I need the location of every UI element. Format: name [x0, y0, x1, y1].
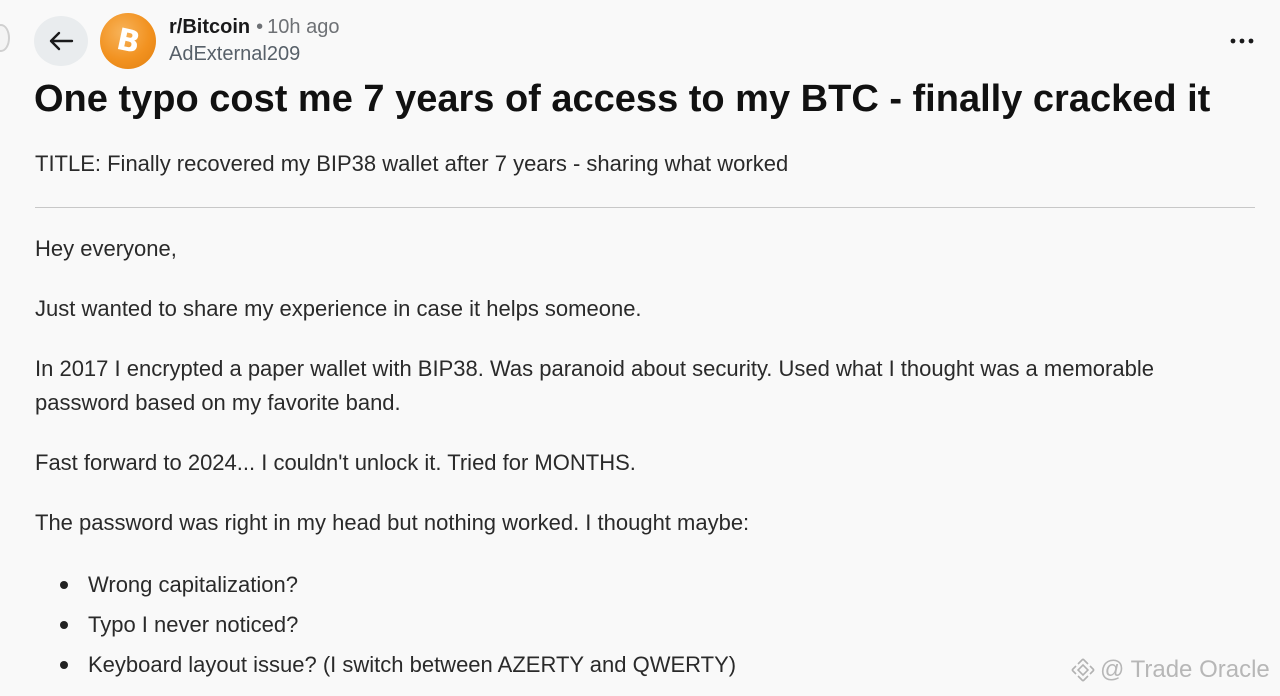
hypotheses-list: Wrong capitalization? Typo I never notic… — [35, 565, 736, 685]
more-options-button[interactable] — [1222, 28, 1262, 54]
post-subtitle: TITLE: Finally recovered my BIP38 wallet… — [35, 151, 789, 176]
paragraph-greeting: Hey everyone, — [35, 236, 177, 261]
post-time: 10h ago — [267, 16, 340, 38]
subreddit-avatar[interactable]: B — [100, 13, 156, 69]
list-item: Wrong capitalization? — [35, 565, 736, 605]
watermark-text: @ Trade Oracle — [1100, 656, 1270, 683]
subreddit-link[interactable]: r/Bitcoin — [169, 16, 250, 38]
binance-logo-icon — [1071, 658, 1095, 682]
author-link[interactable]: AdExternal209 — [169, 41, 300, 67]
meta-separator: • — [256, 16, 264, 38]
paragraph-timeline: Fast forward to 2024... I couldn't unloc… — [35, 450, 636, 475]
paragraph-problem: The password was right in my head but no… — [35, 510, 750, 535]
list-item: Keyboard layout issue? (I switch between… — [35, 645, 736, 685]
list-item: Typo I never noticed? — [35, 605, 736, 645]
bitcoin-icon: B — [113, 21, 143, 61]
paragraph-backstory: In 2017 I encrypted a paper wallet with … — [35, 356, 1154, 415]
post-meta: r/Bitcoin • 10h ago — [169, 14, 339, 40]
more-horizontal-icon — [1230, 38, 1254, 44]
paragraph-intro: Just wanted to share my experience in ca… — [35, 296, 642, 321]
arrow-left-icon — [49, 31, 74, 51]
page-edge-decoration — [0, 24, 10, 52]
back-button[interactable] — [34, 16, 88, 66]
post-title: One typo cost me 7 years of access to my… — [34, 78, 1211, 120]
watermark: @ Trade Oracle — [1070, 656, 1270, 684]
divider — [35, 207, 1255, 208]
